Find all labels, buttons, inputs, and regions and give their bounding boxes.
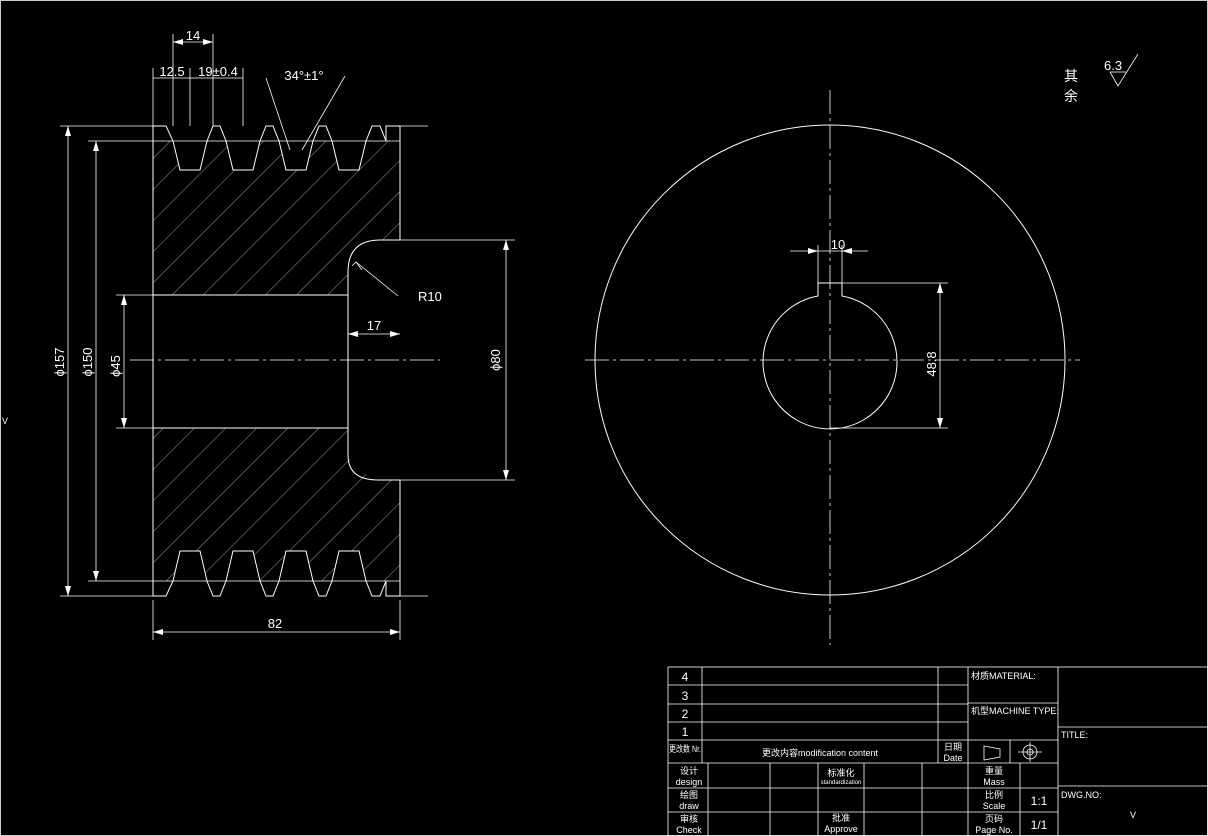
col-content: 更改内容modification content: [762, 747, 879, 758]
pulley-section-view: ϕ157 ϕ150 ϕ45 ϕ80 82 17 14 12.5 19±0.4 3…: [52, 28, 515, 640]
rev-row-3: 3: [682, 689, 689, 703]
rev-row-4: 4: [682, 670, 689, 684]
rev-row-1: 1: [682, 725, 689, 739]
projection-cone-icon: [983, 745, 1001, 761]
standardize-cn: 标准化: [827, 767, 854, 778]
front-arrowheads: [808, 248, 943, 428]
dwg-value: V: [1130, 810, 1136, 820]
cad-drawing-canvas: V ϕ157 ϕ150 ϕ45 ϕ80 82 17 14 12.5 19±0.4…: [0, 0, 1208, 836]
dim-text-157: ϕ157: [52, 348, 67, 377]
dim-text-angle: 34°±1°: [284, 68, 323, 83]
dim-text-12-5: 12.5: [159, 64, 184, 79]
dim-text-45: ϕ45: [108, 355, 123, 377]
dim-text-19: 19±0.4: [198, 64, 238, 79]
dim-text-10: 10: [831, 237, 845, 252]
draw-cn: 绘图: [680, 789, 698, 800]
surface-roughness-symbol: 其 余 6.3: [1064, 53, 1139, 104]
dim-text-80: ϕ80: [488, 349, 503, 371]
mass-en: Mass: [983, 777, 1005, 787]
dim-text-48-8: 48.8: [924, 351, 939, 376]
dim-text-14: 14: [186, 28, 200, 43]
title-block: 4 3 2 1 更改数 Nr. 更改内容modification content…: [667, 666, 1208, 836]
approve-cn: 批准: [832, 812, 850, 823]
scale-value: 1:1: [1031, 794, 1048, 808]
pulley-front-view: 10 48.8: [585, 90, 1080, 645]
dim-text-82: 82: [268, 616, 282, 631]
mass-cn: 重量: [985, 765, 1003, 776]
approve-en: Approve: [824, 824, 858, 834]
machine-label: 机型MACHINE TYPE:: [971, 705, 1059, 716]
angle-line-right: [301, 75, 346, 151]
dim-text-r10: R10: [418, 289, 442, 304]
dwg-label: DWG.NO:: [1061, 790, 1102, 800]
page-en: Page No.: [975, 825, 1013, 835]
roughness-label-1: 其: [1064, 68, 1078, 84]
roughness-value: 6.3: [1104, 58, 1122, 73]
col-date-en: Date: [943, 753, 962, 763]
dim-text-150: ϕ150: [80, 348, 95, 377]
roughness-label-2: 余: [1064, 88, 1078, 104]
rev-row-2: 2: [682, 707, 689, 721]
check-en: Check: [676, 825, 702, 835]
title-label: TITLE:: [1061, 730, 1088, 740]
left-edge-mark: V: [2, 416, 8, 426]
hatch-bottom: [153, 428, 400, 581]
design-en: design: [676, 777, 703, 787]
draw-en: draw: [679, 801, 699, 811]
page-value: 1/1: [1031, 818, 1048, 832]
material-label: 材质MATERIAL:: [971, 670, 1036, 681]
design-cn: 设计: [680, 765, 698, 776]
col-date-cn: 日期: [944, 742, 962, 752]
check-cn: 审核: [680, 813, 698, 824]
dim-text-17: 17: [367, 318, 381, 333]
r10-leader: [355, 261, 399, 297]
scale-cn: 比例: [985, 789, 1003, 800]
standardize-en: standardization: [821, 780, 862, 786]
scale-en: Scale: [983, 801, 1006, 811]
page-cn: 页码: [985, 814, 1003, 824]
col-rev-no: 更改数 Nr.: [669, 743, 701, 754]
